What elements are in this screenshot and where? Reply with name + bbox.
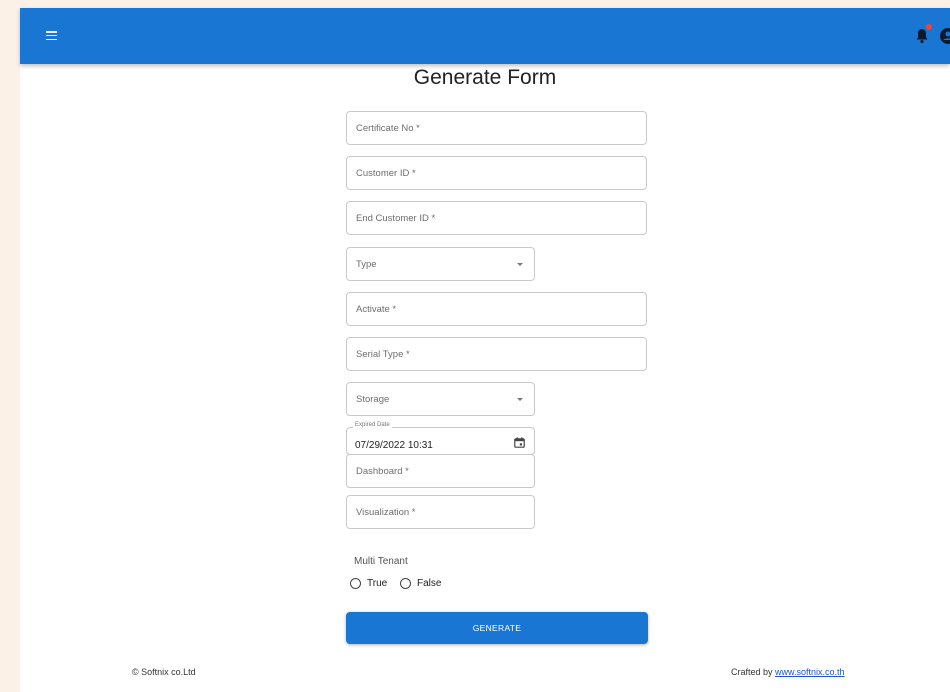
end-customer-id-label: End Customer ID *	[356, 213, 436, 224]
type-select[interactable]: Type	[346, 247, 535, 281]
notification-badge	[926, 24, 932, 30]
calendar-icon[interactable]	[514, 437, 525, 448]
visualization-label: Visualization *	[356, 507, 416, 518]
activate-field[interactable]: Activate *	[346, 292, 647, 326]
footer-credits: Crafted by www.softnix.co.th	[731, 667, 845, 677]
expired-date-label: Expired Date	[353, 422, 392, 428]
visualization-field[interactable]: Visualization *	[346, 495, 535, 529]
radio-false[interactable]: False	[400, 578, 441, 589]
radio-false-label: False	[417, 578, 442, 589]
serial-type-field[interactable]: Serial Type *	[346, 337, 647, 371]
chevron-down-icon	[517, 398, 523, 401]
footer-copyright: © Softnix co.Ltd	[132, 667, 196, 677]
dashboard-label: Dashboard *	[356, 466, 409, 477]
footer-link[interactable]: www.softnix.co.th	[775, 667, 845, 677]
storage-select[interactable]: Storage	[346, 382, 535, 416]
dashboard-field[interactable]: Dashboard *	[346, 454, 535, 488]
certificate-no-label: Certificate No *	[356, 123, 420, 134]
app-window: Generate Form Certificate No * Customer …	[20, 8, 950, 692]
radio-circle-icon	[400, 578, 411, 589]
hamburger-menu-icon[interactable]	[46, 31, 57, 41]
activate-label: Activate *	[356, 304, 397, 315]
radio-true-label: True	[367, 578, 388, 589]
end-customer-id-field[interactable]: End Customer ID *	[346, 201, 647, 235]
page-title: Generate Form	[413, 66, 557, 89]
storage-label: Storage	[356, 394, 390, 405]
multi-tenant-label: Multi Tenant	[354, 556, 408, 567]
expired-date-value: 07/29/2022 10:31	[355, 440, 433, 451]
expired-date-field[interactable]: Expired Date 07/29/2022 10:31	[346, 422, 535, 455]
account-circle-icon[interactable]	[938, 26, 950, 46]
radio-true[interactable]: True	[350, 578, 387, 589]
generate-button[interactable]: GENERATE	[346, 612, 648, 644]
customer-id-label: Customer ID *	[356, 168, 416, 179]
chevron-down-icon	[517, 263, 523, 266]
type-label: Type	[356, 259, 377, 270]
serial-type-label: Serial Type *	[356, 349, 410, 360]
footer-crafted-prefix: Crafted by	[731, 667, 776, 677]
top-app-bar	[20, 8, 950, 64]
radio-circle-icon	[350, 578, 361, 589]
customer-id-field[interactable]: Customer ID *	[346, 156, 647, 190]
certificate-no-field[interactable]: Certificate No *	[346, 111, 647, 145]
bell-icon[interactable]	[915, 28, 929, 44]
